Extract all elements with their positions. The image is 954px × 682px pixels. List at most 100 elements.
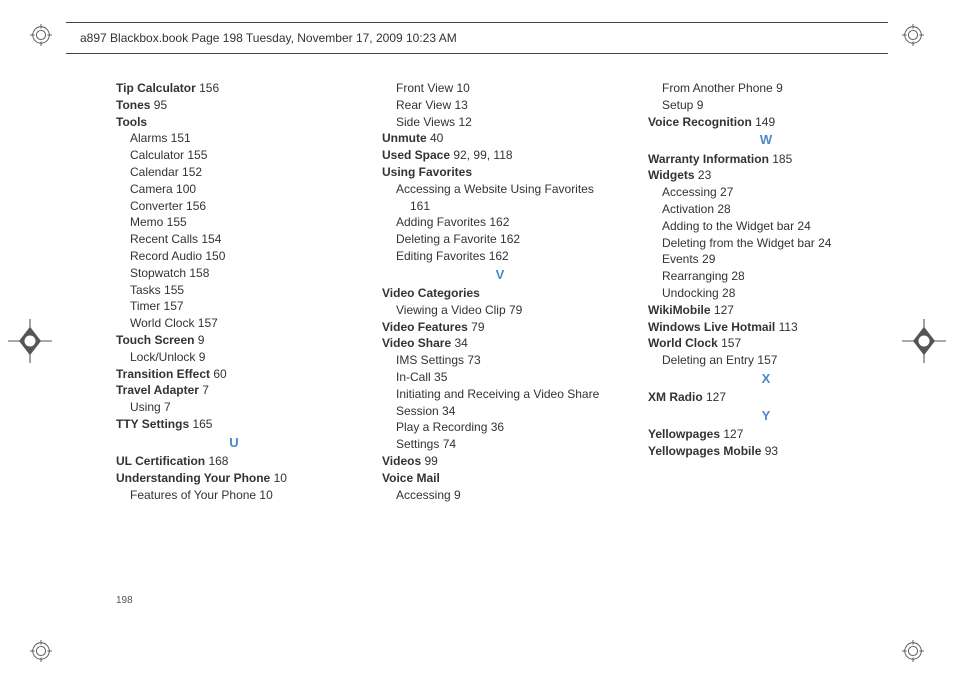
index-entry-label: Yellowpages Mobile bbox=[648, 444, 761, 458]
index-entry-page: 127 bbox=[720, 427, 743, 441]
index-entry-page: 73 bbox=[464, 353, 481, 367]
index-entry-label: Deleting an Entry bbox=[662, 353, 754, 367]
index-entry-page: 60 bbox=[210, 367, 227, 381]
index-entry: Tip Calculator 156 bbox=[116, 80, 352, 97]
index-entry-label: From Another Phone bbox=[662, 81, 773, 95]
index-entry-label: Tip Calculator bbox=[116, 81, 196, 95]
index-entry-label: Converter bbox=[130, 199, 183, 213]
index-entry-label: Tones bbox=[116, 98, 150, 112]
index-entry: Understanding Your Phone 10 bbox=[116, 470, 352, 487]
index-column-2: Front View 10Rear View 13Side Views 12Un… bbox=[382, 80, 618, 503]
index-entry: IMS Settings 73 bbox=[382, 352, 618, 369]
index-entry-page: 127 bbox=[703, 390, 726, 404]
index-entry-label: Video Features bbox=[382, 320, 468, 334]
index-entry: Deleting from the Widget bar 24 bbox=[648, 235, 884, 252]
index-entry-label: Initiating and Receiving a Video Share S… bbox=[396, 387, 599, 418]
index-entry: Undocking 28 bbox=[648, 285, 884, 302]
index-entry: Timer 157 bbox=[116, 298, 352, 315]
index-entry-page: 150 bbox=[202, 249, 225, 263]
index-entry-label: Touch Screen bbox=[116, 333, 194, 347]
index-columns: Tip Calculator 156Tones 95ToolsAlarms 15… bbox=[116, 80, 884, 503]
index-entry-page: 157 bbox=[754, 353, 777, 367]
index-entry-label: Accessing a Website Using Favorites bbox=[396, 182, 594, 196]
index-entry-label: Yellowpages bbox=[648, 427, 720, 441]
index-entry: Side Views 12 bbox=[382, 114, 618, 131]
index-entry-label: Activation bbox=[662, 202, 714, 216]
index-entry-label: Calculator bbox=[130, 148, 184, 162]
index-entry-page: 10 bbox=[453, 81, 470, 95]
index-entry-page: 155 bbox=[163, 215, 186, 229]
index-entry: Camera 100 bbox=[116, 181, 352, 198]
index-entry-page: 93 bbox=[761, 444, 778, 458]
index-entry-label: Understanding Your Phone bbox=[116, 471, 270, 485]
index-entry-label: Deleting from the Widget bar bbox=[662, 236, 815, 250]
index-entry: Alarms 151 bbox=[116, 130, 352, 147]
index-entry-page: 157 bbox=[194, 316, 217, 330]
index-entry-label: Transition Effect bbox=[116, 367, 210, 381]
crop-mark-icon bbox=[902, 24, 924, 46]
index-entry: Setup 9 bbox=[648, 97, 884, 114]
index-entry-label: Record Audio bbox=[130, 249, 202, 263]
index-entry-label: Using bbox=[130, 400, 161, 414]
index-entry-page: 113 bbox=[775, 320, 797, 334]
index-entry-page: 7 bbox=[161, 400, 171, 414]
index-entry-label: In-Call bbox=[396, 370, 431, 384]
index-entry-page: 9 bbox=[693, 98, 703, 112]
index-entry: Record Audio 150 bbox=[116, 248, 352, 265]
index-entry-page: 168 bbox=[205, 454, 228, 468]
index-entry-page: 185 bbox=[769, 152, 792, 166]
index-entry-label: Features of Your Phone bbox=[130, 488, 256, 502]
index-entry-page: 79 bbox=[506, 303, 523, 317]
index-entry: Calculator 155 bbox=[116, 147, 352, 164]
page-header-text: a897 Blackbox.book Page 198 Tuesday, Nov… bbox=[66, 31, 457, 45]
index-entry: Transition Effect 60 bbox=[116, 366, 352, 383]
page-number: 198 bbox=[116, 595, 133, 606]
index-entry: From Another Phone 9 bbox=[648, 80, 884, 97]
index-entry: Viewing a Video Clip 79 bbox=[382, 302, 618, 319]
index-entry-label: World Clock bbox=[648, 336, 718, 350]
index-entry: In-Call 35 bbox=[382, 369, 618, 386]
index-entry-page: 40 bbox=[427, 131, 444, 145]
index-entry: Activation 28 bbox=[648, 201, 884, 218]
index-entry-page: 28 bbox=[719, 286, 736, 300]
index-entry-page: 149 bbox=[752, 115, 775, 129]
index-entry: Tools bbox=[116, 114, 352, 131]
index-entry-label: Setup bbox=[662, 98, 693, 112]
index-entry-page: 151 bbox=[167, 131, 190, 145]
index-entry: Windows Live Hotmail 113 bbox=[648, 319, 884, 336]
index-entry-label: Accessing bbox=[662, 185, 717, 199]
index-entry: TTY Settings 165 bbox=[116, 416, 352, 433]
index-entry: Used Space 92, 99, 118 bbox=[382, 147, 618, 164]
index-entry-page: 9 bbox=[451, 488, 461, 502]
index-entry: Video Share 34 bbox=[382, 335, 618, 352]
index-entry-page: 92, 99, 118 bbox=[450, 148, 513, 162]
index-entry: Front View 10 bbox=[382, 80, 618, 97]
index-entry-page: 127 bbox=[711, 303, 734, 317]
index-entry-label: Editing Favorites bbox=[396, 249, 485, 263]
index-entry-page: 34 bbox=[439, 404, 456, 418]
index-entry-label: Tasks bbox=[130, 283, 161, 297]
index-entry: World Clock 157 bbox=[648, 335, 884, 352]
index-entry-label: Settings bbox=[396, 437, 439, 451]
index-entry-label: Memo bbox=[130, 215, 163, 229]
section-letter: W bbox=[648, 130, 884, 150]
index-entry: Travel Adapter 7 bbox=[116, 382, 352, 399]
index-entry-label: Rearranging bbox=[662, 269, 728, 283]
index-column-1: Tip Calculator 156Tones 95ToolsAlarms 15… bbox=[116, 80, 352, 503]
index-entry: XM Radio 127 bbox=[648, 389, 884, 406]
index-entry-label: XM Radio bbox=[648, 390, 703, 404]
index-entry-page: 162 bbox=[486, 215, 509, 229]
index-entry-page: 35 bbox=[431, 370, 448, 384]
index-entry: Touch Screen 9 bbox=[116, 332, 352, 349]
index-entry: Calendar 152 bbox=[116, 164, 352, 181]
index-entry-page: 157 bbox=[718, 336, 741, 350]
index-entry-label: Used Space bbox=[382, 148, 450, 162]
index-entry-label: Using Favorites bbox=[382, 165, 472, 179]
index-entry-label: Adding to the Widget bar bbox=[662, 219, 794, 233]
index-entry-label: Video Categories bbox=[382, 286, 480, 300]
index-entry-page: 23 bbox=[695, 168, 712, 182]
index-entry-page: 162 bbox=[485, 249, 508, 263]
index-entry-label: Camera bbox=[130, 182, 173, 196]
index-entry-page: 12 bbox=[455, 115, 472, 129]
index-entry: Adding to the Widget bar 24 bbox=[648, 218, 884, 235]
